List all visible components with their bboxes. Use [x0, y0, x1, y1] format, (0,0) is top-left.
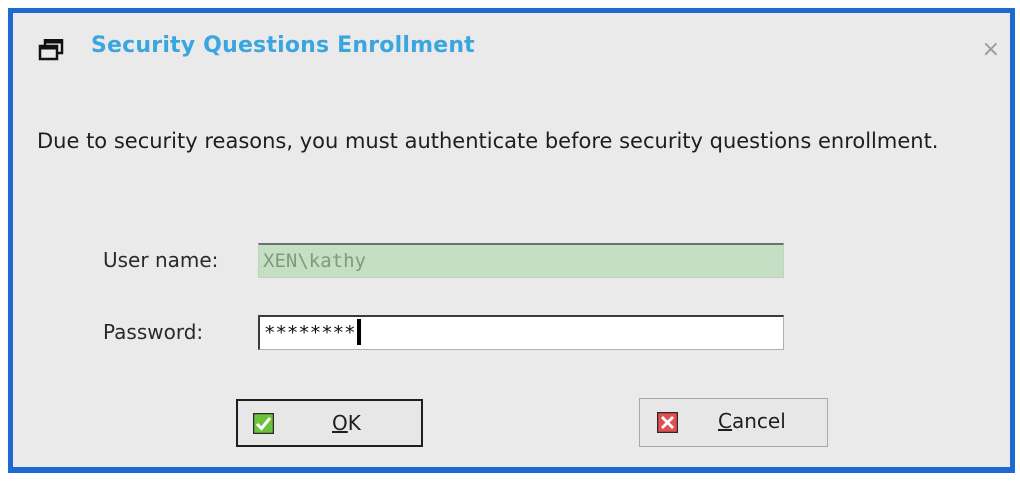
x-icon — [657, 412, 678, 433]
cancel-button[interactable]: Cancel — [639, 398, 828, 447]
password-value: ******** — [264, 322, 356, 344]
close-button[interactable]: × — [982, 39, 1000, 61]
ok-button-label: OK — [332, 411, 361, 435]
username-label: User name: — [103, 248, 219, 272]
text-cursor — [356, 319, 361, 345]
dialog-title: Security Questions Enrollment — [91, 33, 475, 58]
ok-button[interactable]: OK — [236, 399, 423, 447]
security-questions-dialog: Security Questions Enrollment × Due to s… — [8, 8, 1015, 473]
check-icon — [253, 413, 274, 434]
password-label: Password: — [103, 320, 204, 344]
title-bar: Security Questions Enrollment × — [13, 13, 1010, 83]
info-message: Due to security reasons, you must authen… — [37, 129, 939, 153]
window-icon — [38, 39, 64, 61]
username-field: XEN\kathy — [258, 243, 784, 278]
username-value: XEN\kathy — [263, 250, 366, 272]
password-field[interactable]: ******** — [258, 315, 784, 350]
cancel-button-label: Cancel — [718, 409, 786, 433]
